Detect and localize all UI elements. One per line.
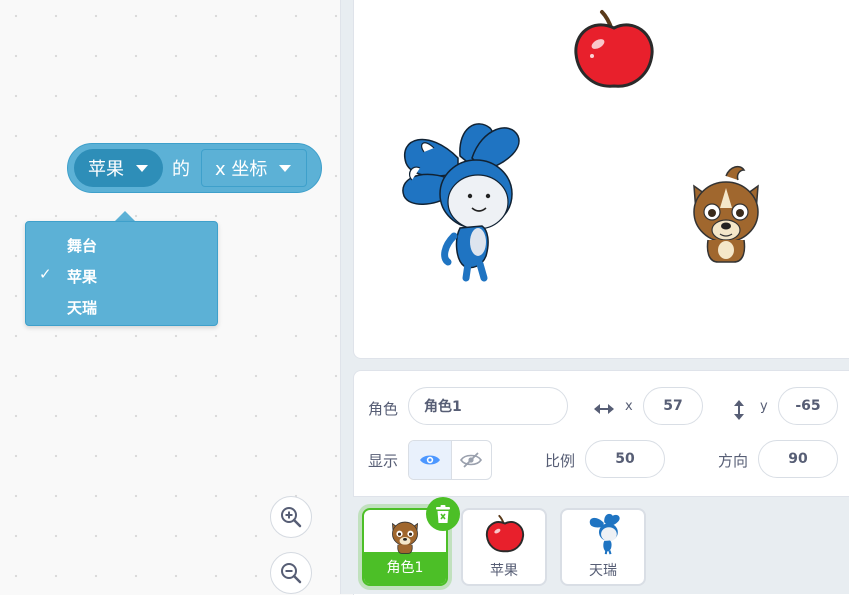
menu-item-label: 天瑞: [67, 299, 98, 317]
delete-sprite-button[interactable]: [426, 497, 460, 531]
direction-value: 90: [788, 451, 808, 467]
tianrui-thumbnail: [589, 513, 620, 555]
property-dropdown-value: x 坐标: [215, 159, 268, 180]
x-input[interactable]: 57: [643, 387, 703, 425]
sprite-label: 角色: [368, 400, 399, 418]
menu-item-stage[interactable]: 舞台: [26, 230, 217, 258]
menu-item-label: 苹果: [67, 268, 98, 286]
show-label: 显示: [368, 452, 399, 470]
dog-thumbnail: [391, 521, 419, 554]
property-dropdown[interactable]: x 坐标: [201, 149, 307, 187]
menu-item-label: 舞台: [67, 237, 98, 255]
horizontal-arrows-icon: [594, 404, 614, 414]
vertical-arrows-icon: [734, 400, 744, 420]
show-button[interactable]: [409, 441, 452, 479]
object-dropdown[interactable]: 苹果: [74, 149, 163, 187]
size-input[interactable]: 50: [585, 440, 665, 478]
apple-sprite[interactable]: [572, 8, 656, 92]
check-icon: ✓: [39, 265, 52, 283]
tianrui-sprite[interactable]: [398, 118, 528, 284]
trash-icon: [436, 505, 450, 523]
sprite-tile-name: 天瑞: [589, 563, 617, 579]
apple-thumbnail: [485, 514, 525, 553]
sprite-name-input[interactable]: 角色1: [408, 387, 568, 425]
menu-item-tianrui[interactable]: 天瑞: [26, 292, 217, 320]
zoom-in-icon: [281, 507, 302, 528]
menu-item-apple[interactable]: ✓ 苹果: [26, 261, 217, 289]
direction-label: 方向: [718, 452, 749, 470]
y-value: -65: [795, 398, 821, 414]
visibility-toggle: [408, 440, 492, 480]
eye-slash-icon: [460, 452, 482, 468]
block-connector-text: 的: [172, 159, 190, 180]
dog-sprite[interactable]: [688, 164, 764, 266]
zoom-in-button[interactable]: [270, 496, 312, 538]
hide-button[interactable]: [451, 441, 491, 479]
zoom-out-button[interactable]: [270, 552, 312, 594]
stage[interactable]: [353, 0, 849, 359]
eye-icon: [420, 455, 440, 465]
direction-input[interactable]: 90: [758, 440, 838, 478]
size-value: 50: [615, 451, 635, 467]
x-label: x: [625, 399, 633, 414]
sprite-tile[interactable]: 苹果: [461, 508, 547, 586]
size-label: 比例: [545, 452, 576, 470]
caret-down-icon: [279, 164, 292, 172]
zoom-out-icon: [281, 563, 302, 584]
menu-pointer: [115, 211, 135, 221]
sprite-tile-name: 角色1: [386, 560, 424, 576]
object-dropdown-value: 苹果: [88, 159, 124, 180]
y-label: y: [760, 399, 768, 414]
sprite-name-value: 角色1: [424, 399, 462, 415]
y-input[interactable]: -65: [778, 387, 838, 425]
caret-down-icon: [136, 164, 148, 172]
x-value: 57: [663, 398, 683, 414]
object-dropdown-menu: 舞台 ✓ 苹果 天瑞: [25, 221, 218, 326]
sprite-tile-name: 苹果: [490, 563, 518, 579]
sprite-tile[interactable]: 天瑞: [560, 508, 646, 586]
